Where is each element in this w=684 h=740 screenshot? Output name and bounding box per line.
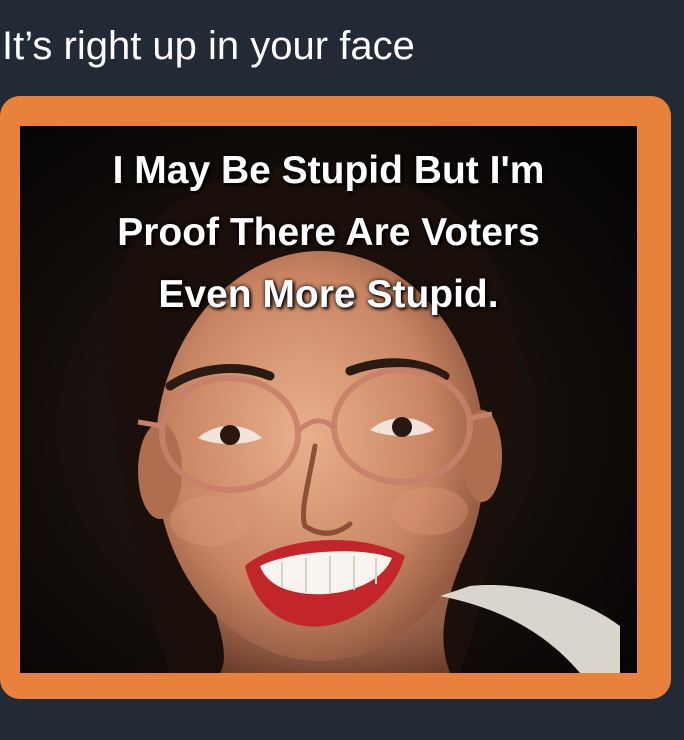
post-text: It’s right up in your face	[2, 24, 415, 68]
caption-line: Proof There Are Voters	[117, 211, 540, 254]
caption-line: I May Be Stupid But I'm	[112, 149, 545, 192]
meme-photo: I May Be Stupid But I'm Proof There Are …	[20, 126, 637, 673]
caption-line: Even More Stupid.	[158, 273, 499, 316]
post-image-card[interactable]: I May Be Stupid But I'm Proof There Are …	[0, 96, 671, 699]
meme-caption: I May Be Stupid But I'm Proof There Are …	[20, 140, 637, 326]
